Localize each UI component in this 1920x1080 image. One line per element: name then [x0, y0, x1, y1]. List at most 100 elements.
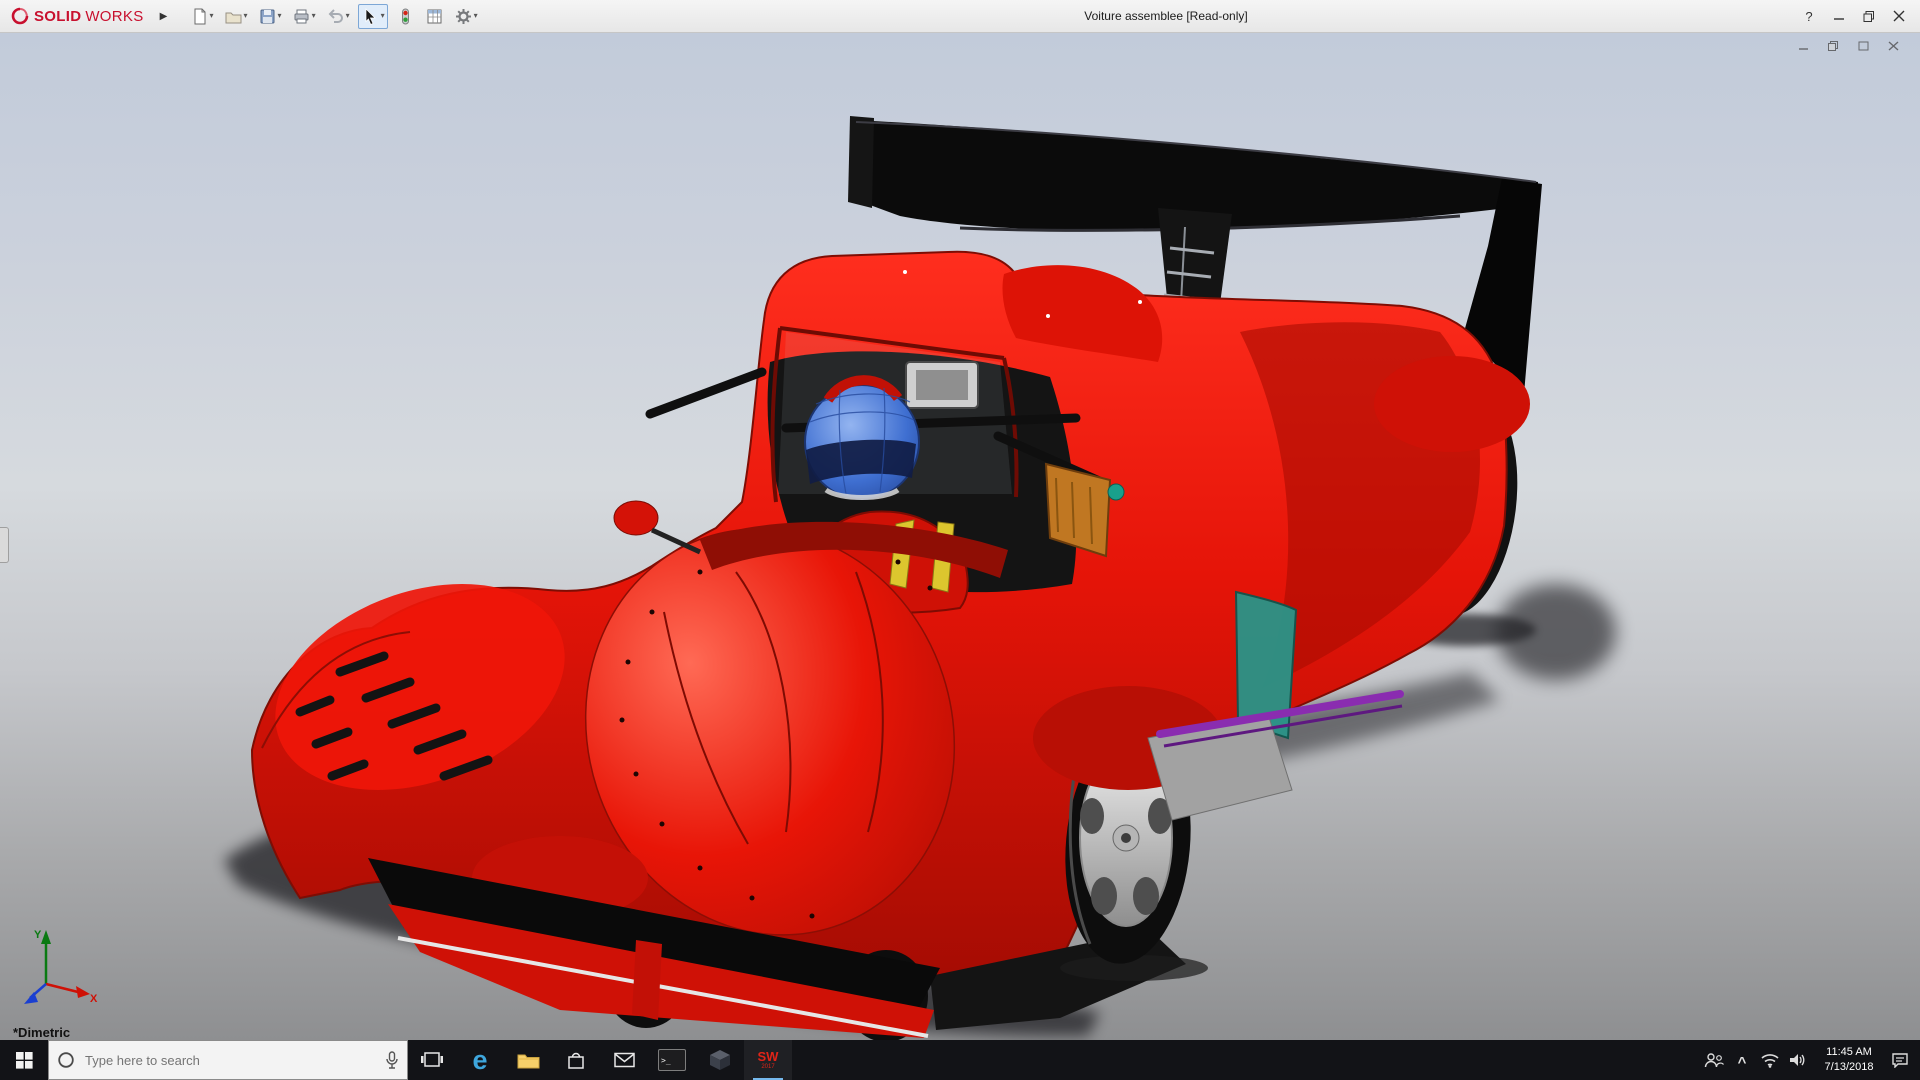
doc-maximize-button[interactable]	[1852, 37, 1874, 55]
microphone-icon[interactable]	[385, 1051, 399, 1069]
options-gear-icon	[454, 7, 473, 26]
design-table-button[interactable]	[423, 5, 446, 28]
clock-date: 7/13/2018	[1812, 1060, 1886, 1075]
graphics-area[interactable]: Y X *Dimetric	[0, 32, 1920, 1040]
action-center-icon	[1891, 1052, 1909, 1068]
save-button[interactable]: ▾	[256, 5, 284, 28]
taskbar-store-button[interactable]	[552, 1040, 600, 1080]
minimize-button[interactable]	[1824, 4, 1854, 28]
mail-icon	[614, 1052, 635, 1068]
windows-logo-icon	[16, 1052, 33, 1069]
network-icon	[1760, 1052, 1780, 1068]
new-document-button[interactable]: ▾	[188, 5, 216, 28]
options-button[interactable]: ▾	[452, 5, 480, 28]
open-document-button[interactable]: ▾	[222, 5, 250, 28]
taskbar-app-solidworks[interactable]: SW 2017	[744, 1040, 792, 1080]
dropdown-caret[interactable]: ▾	[474, 12, 478, 20]
terminal-icon: >_	[658, 1049, 686, 1071]
brand-word-light: WORKS	[85, 8, 143, 25]
undo-icon	[326, 7, 345, 26]
save-icon	[258, 7, 277, 26]
network-button[interactable]	[1756, 1040, 1784, 1080]
people-icon	[1704, 1052, 1724, 1068]
rearview-mirror-glass	[916, 370, 968, 400]
design-table-icon	[425, 7, 444, 26]
doc-maximize-icon	[1857, 40, 1870, 52]
chevron-up-icon: ^	[1738, 1054, 1747, 1071]
taskbar-edge-button[interactable]: e	[456, 1040, 504, 1080]
close-button[interactable]	[1884, 4, 1914, 28]
window-title: Voiture assemblee [Read-only]	[1084, 0, 1247, 32]
doc-restore-icon	[1827, 40, 1840, 52]
doc-close-icon	[1887, 40, 1900, 52]
volume-button[interactable]	[1784, 1040, 1812, 1080]
title-bar: SOLIDWORKS ▶ ▾ ▾ ▾ ▾	[0, 0, 1920, 33]
featuremanager-flyout-tab[interactable]	[0, 527, 9, 563]
taskbar-terminal-button[interactable]: >_	[648, 1040, 696, 1080]
solidworks-logo: SOLIDWORKS	[0, 6, 154, 26]
dropdown-caret[interactable]: ▾	[312, 12, 316, 20]
minimize-icon	[1833, 10, 1845, 22]
edge-icon: e	[472, 1047, 487, 1074]
dropdown-caret[interactable]: ▾	[210, 12, 214, 20]
start-button[interactable]	[0, 1040, 48, 1080]
dropdown-caret[interactable]: ▾	[381, 12, 385, 20]
model-canvas[interactable]	[0, 32, 1920, 1040]
taskbar-cad-tool-button[interactable]	[696, 1040, 744, 1080]
ds-mark-icon	[10, 6, 30, 26]
system-tray: ^ 11:45 AM 7/13/2018	[1700, 1040, 1920, 1080]
doc-close-button[interactable]	[1882, 37, 1904, 55]
open-folder-icon	[224, 7, 243, 26]
store-icon	[566, 1050, 586, 1070]
triad-y-axis: Y	[34, 929, 51, 984]
close-icon	[1893, 10, 1905, 22]
quick-access-toolbar: ▾ ▾ ▾ ▾ ▾	[188, 4, 480, 29]
taskbar-mail-button[interactable]	[600, 1040, 648, 1080]
restore-button[interactable]	[1854, 4, 1884, 28]
windows-taskbar: e >_ SW 2017	[0, 1040, 1920, 1080]
svg-text:X: X	[90, 993, 98, 1005]
view-orientation-label: *Dimetric	[13, 1025, 70, 1040]
svg-text:Y: Y	[34, 929, 42, 941]
menu-flyout-button[interactable]: ▶	[154, 11, 174, 22]
undo-button[interactable]: ▾	[324, 5, 352, 28]
doc-minimize-icon	[1797, 40, 1810, 52]
select-tool-button[interactable]: ▾	[358, 4, 388, 29]
action-center-button[interactable]	[1886, 1040, 1914, 1080]
people-button[interactable]	[1700, 1040, 1728, 1080]
rear-fender-arch[interactable]	[1374, 356, 1530, 452]
teal-accent	[1108, 484, 1124, 500]
window-controls: ?	[1794, 0, 1914, 32]
help-button[interactable]: ?	[1794, 4, 1824, 28]
triad-z-axis	[24, 984, 46, 1004]
taskbar-search[interactable]	[48, 1040, 408, 1080]
doc-minimize-button[interactable]	[1792, 37, 1814, 55]
taskbar-file-explorer-button[interactable]	[504, 1040, 552, 1080]
cube-app-icon	[709, 1049, 731, 1071]
taskbar-clock[interactable]: 11:45 AM 7/13/2018	[1812, 1045, 1886, 1075]
solidworks-app-icon: SW 2017	[758, 1050, 779, 1070]
print-button[interactable]: ▾	[290, 5, 318, 28]
task-view-icon	[421, 1051, 443, 1069]
brand-word-bold: SOLID	[34, 8, 81, 25]
dropdown-caret[interactable]: ▾	[244, 12, 248, 20]
volume-icon	[1789, 1052, 1807, 1068]
rebuild-button[interactable]	[394, 5, 417, 28]
document-window-controls	[1792, 37, 1904, 55]
cortana-icon	[57, 1051, 75, 1069]
flyout-arrow-icon: ▶	[160, 11, 168, 22]
rebuild-stoplight-icon	[396, 7, 415, 26]
clock-time: 11:45 AM	[1812, 1045, 1886, 1060]
print-icon	[292, 7, 311, 26]
search-input[interactable]	[83, 1052, 377, 1069]
help-icon: ?	[1805, 9, 1812, 24]
select-arrow-icon	[361, 7, 380, 26]
restore-icon	[1863, 10, 1875, 22]
file-explorer-icon	[517, 1051, 540, 1070]
hidden-icons-button[interactable]: ^	[1728, 1040, 1756, 1080]
doc-restore-button[interactable]	[1822, 37, 1844, 55]
dropdown-caret[interactable]: ▾	[278, 12, 282, 20]
side-mirror[interactable]	[614, 501, 658, 535]
dropdown-caret[interactable]: ▾	[346, 12, 350, 20]
taskbar-task-view-button[interactable]	[408, 1040, 456, 1080]
